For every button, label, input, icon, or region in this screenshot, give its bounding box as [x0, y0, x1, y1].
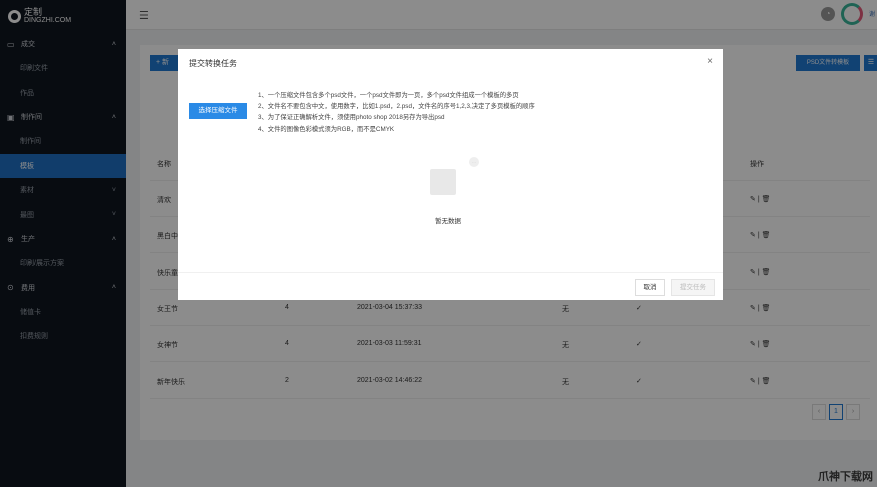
- cancel-button[interactable]: 取消: [635, 279, 665, 296]
- submit-task-button[interactable]: 提交任务: [671, 279, 715, 296]
- empty-inbox-icon: [430, 169, 456, 195]
- rule: 2、文件名不要包含中文，使用数字，比如1.psd，2.psd，文件名的序号1,2…: [258, 103, 535, 111]
- watermark: 爪神下载网: [818, 471, 873, 483]
- rule: 3、为了保证正确解析文件，须使用photo shop 2018另存为导出psd: [258, 114, 445, 122]
- dialog-title: 提交转换任务: [189, 59, 237, 68]
- empty-text: 暂无数据: [435, 218, 461, 225]
- rule: 1、一个压缩文件包含多个psd文件，一个psd文件即为一页，多个psd文件组成一…: [258, 92, 519, 99]
- rule: 4、文件的图像色彩模式须为RGB，而不是CMYK: [258, 125, 395, 133]
- empty-bubble-icon: …: [469, 157, 479, 167]
- select-zip-button[interactable]: 选择压缩文件: [189, 103, 247, 119]
- rules-list: 1、一个压缩文件包含多个psd文件，一个psd文件即为一页，多个psd文件组成一…: [258, 90, 535, 135]
- submit-task-dialog: 提交转换任务 × 选择压缩文件 1、一个压缩文件包含多个psd文件，一个psd文…: [178, 49, 723, 300]
- dialog-footer-divider: [178, 272, 723, 273]
- empty-state: … 暂无数据: [240, 139, 720, 271]
- close-icon[interactable]: ×: [707, 56, 713, 67]
